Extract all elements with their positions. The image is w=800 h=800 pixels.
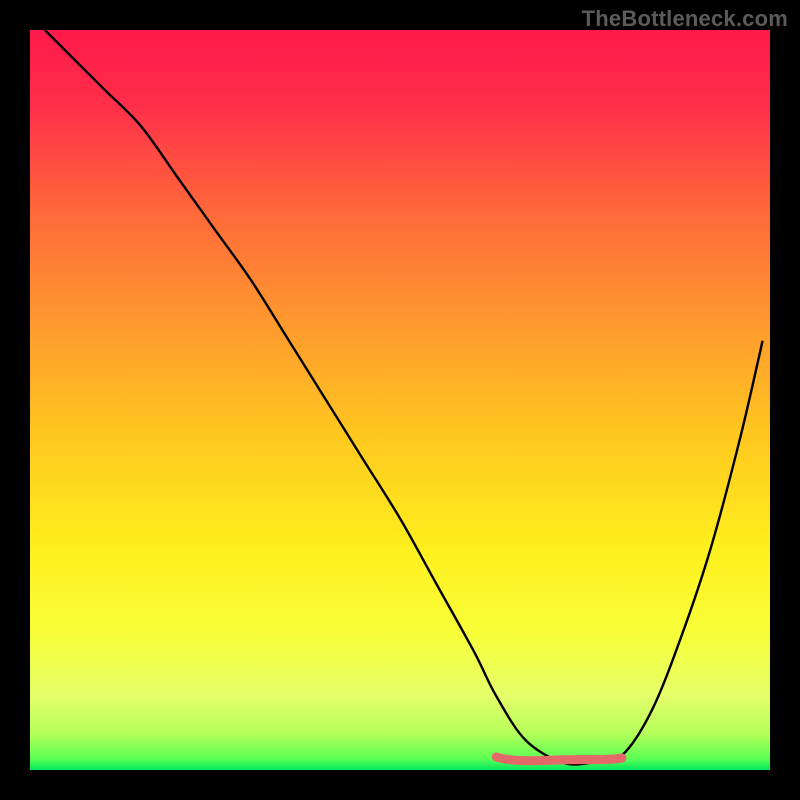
watermark-text: TheBottleneck.com: [582, 6, 788, 32]
bottleneck-chart: [0, 0, 800, 800]
gradient-background: [30, 30, 770, 770]
sweet-spot-highlight: [496, 757, 622, 761]
chart-stage: TheBottleneck.com: [0, 0, 800, 800]
